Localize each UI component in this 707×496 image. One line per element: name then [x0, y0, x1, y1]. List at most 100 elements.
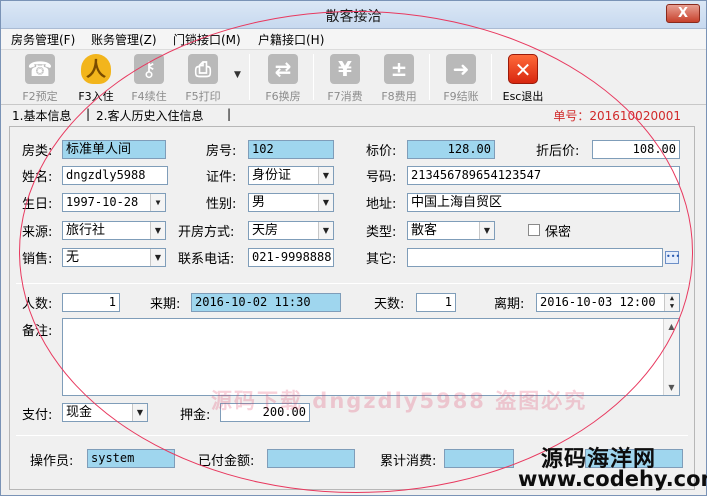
- spinner-icon[interactable]: ▲ ▼: [664, 294, 679, 311]
- checkin-button[interactable]: 人 F3入住: [70, 52, 122, 104]
- section-divider: [16, 283, 688, 284]
- consume-icon: ¥: [330, 54, 360, 84]
- chevron-down-icon[interactable]: ▼: [479, 222, 494, 239]
- exit-label: Esc退出: [502, 90, 544, 103]
- name-label: 姓名:: [22, 170, 53, 185]
- key-icon: ⚷: [134, 54, 164, 84]
- phone-field[interactable]: 021-9998888: [248, 248, 334, 267]
- list-price-label: 标价:: [366, 144, 397, 159]
- discount-price-field[interactable]: 108.00: [592, 140, 680, 159]
- order-number-label: 单号：: [553, 109, 590, 123]
- gender-value: 男: [252, 195, 266, 210]
- chevron-down-icon[interactable]: ▼: [318, 222, 333, 239]
- basic-info-panel: 房类: 标准单人间 房号: 102 标价: 128.00 折后价: 108.00…: [9, 126, 695, 490]
- payment-select[interactable]: 现金 ▼: [62, 403, 148, 422]
- room-type-field[interactable]: 标准单人间: [62, 140, 166, 159]
- source-select[interactable]: 旅行社 ▼: [62, 221, 166, 240]
- chevron-down-icon[interactable]: ▼: [150, 194, 165, 211]
- birthday-picker[interactable]: 1997-10-28 ▼: [62, 193, 166, 212]
- toolbar-separator: [429, 54, 430, 100]
- calculator-icon: ±: [384, 54, 414, 84]
- source-label: 来源:: [22, 225, 53, 240]
- consume-label: F7消费: [327, 90, 363, 103]
- source-value: 旅行社: [66, 223, 106, 238]
- list-price-field[interactable]: 128.00: [407, 140, 495, 159]
- address-field[interactable]: 中国上海自贸区: [407, 193, 680, 212]
- consume-button[interactable]: ¥ F7消费: [319, 52, 371, 104]
- reserve-label: F2预定: [22, 90, 58, 103]
- checkout-label: F9结账: [443, 90, 479, 103]
- checkout-icon: ➜: [446, 54, 476, 84]
- depart-value: 2016-10-03 12:00: [540, 295, 656, 309]
- ellipsis-icon[interactable]: •••: [665, 251, 680, 264]
- fees-button[interactable]: ± F8费用: [373, 52, 425, 104]
- confidential-checkbox[interactable]: [528, 224, 540, 236]
- gender-select[interactable]: 男 ▼: [248, 193, 334, 212]
- room-type-label: 房类:: [22, 144, 53, 159]
- printer-icon: ⎙: [188, 54, 218, 84]
- menu-bar: 房务管理(F) 账务管理(Z) 门锁接口(M) 户籍接口(H): [1, 29, 706, 49]
- paid-label: 已付金额:: [198, 454, 255, 469]
- arrive-field[interactable]: 2016-10-02 11:30: [191, 293, 341, 312]
- gender-label: 性别:: [206, 197, 237, 212]
- other-field[interactable]: [407, 248, 663, 267]
- close-button[interactable]: X: [666, 4, 700, 23]
- deposit-label: 押金:: [180, 408, 211, 423]
- other-label: 其它:: [366, 252, 397, 267]
- extend-stay-label: F4续住: [131, 90, 167, 103]
- remark-scrollbar[interactable]: ▲ ▼: [663, 319, 679, 395]
- exit-button[interactable]: ✕ Esc退出: [497, 52, 549, 104]
- chevron-down-icon[interactable]: ▼: [318, 167, 333, 184]
- open-mode-value: 天房: [252, 223, 279, 238]
- total-label: 累计消费:: [380, 454, 437, 469]
- depart-picker[interactable]: 2016-10-03 12:00 ▲ ▼: [536, 293, 680, 312]
- print-dropdown-arrow-icon[interactable]: ▼: [234, 70, 241, 80]
- print-button[interactable]: ⎙ F5打印: [177, 52, 229, 104]
- room-swap-icon: ⇄: [268, 54, 298, 84]
- scroll-up-icon[interactable]: ▲: [664, 319, 679, 334]
- checkout-button[interactable]: ➜ F9结账: [435, 52, 487, 104]
- extend-stay-button[interactable]: ⚷ F4续住: [123, 52, 175, 104]
- payment-value: 现金: [66, 405, 93, 420]
- id-type-label: 证件:: [206, 170, 237, 185]
- change-room-button[interactable]: ⇄ F6换房: [257, 52, 309, 104]
- menu-room-management[interactable]: 房务管理(F): [11, 31, 75, 48]
- exit-icon: ✕: [508, 54, 538, 84]
- payment-label: 支付:: [22, 408, 53, 423]
- phone-label: 联系电话:: [178, 252, 235, 267]
- menu-accounts[interactable]: 账务管理(Z): [91, 31, 157, 48]
- days-label: 天数:: [374, 297, 405, 312]
- tab-basic-info[interactable]: 1.基本信息: [12, 107, 71, 124]
- chevron-down-icon[interactable]: ▼: [150, 222, 165, 239]
- chevron-down-icon[interactable]: ▼: [150, 249, 165, 266]
- tab-divider: |: [86, 107, 91, 121]
- guest-checkin-window: 散客接洽 X 房务管理(F) 账务管理(Z) 门锁接口(M) 户籍接口(H) ☎…: [0, 0, 707, 496]
- tab-guest-history[interactable]: 2.客人历史入住信息: [96, 107, 203, 124]
- depart-label: 离期:: [494, 297, 525, 312]
- room-no-field[interactable]: 102: [248, 140, 334, 159]
- room-no-label: 房号:: [206, 144, 237, 159]
- id-type-select[interactable]: 身份证 ▼: [248, 166, 334, 185]
- days-field[interactable]: 1: [416, 293, 456, 312]
- tab-strip: 1.基本信息 | 2.客人历史入住信息 | 单号：201610020001: [1, 105, 706, 125]
- address-label: 地址:: [366, 197, 397, 212]
- chevron-down-icon[interactable]: ▼: [132, 404, 147, 421]
- window-title: 散客接洽: [325, 9, 382, 25]
- open-mode-select[interactable]: 天房 ▼: [248, 221, 334, 240]
- guests-field[interactable]: 1: [62, 293, 120, 312]
- menu-lock-interface[interactable]: 门锁接口(M): [173, 31, 241, 48]
- scroll-down-icon[interactable]: ▼: [664, 380, 679, 395]
- id-number-label: 号码:: [366, 170, 397, 185]
- name-field[interactable]: dngzdly5988: [62, 166, 168, 185]
- sales-label: 销售:: [22, 252, 53, 267]
- id-number-field[interactable]: 213456789654123547: [407, 166, 680, 185]
- menu-household-interface[interactable]: 户籍接口(H): [258, 31, 324, 48]
- reserve-button[interactable]: ☎ F2预定: [14, 52, 66, 104]
- sales-select[interactable]: 无 ▼: [62, 248, 166, 267]
- birthday-label: 生日:: [22, 197, 53, 212]
- chevron-down-icon[interactable]: ▼: [318, 194, 333, 211]
- guests-label: 人数:: [22, 297, 53, 312]
- section-divider: [16, 435, 688, 436]
- guest-type-select[interactable]: 散客 ▼: [407, 221, 495, 240]
- operator-label: 操作员:: [30, 454, 74, 469]
